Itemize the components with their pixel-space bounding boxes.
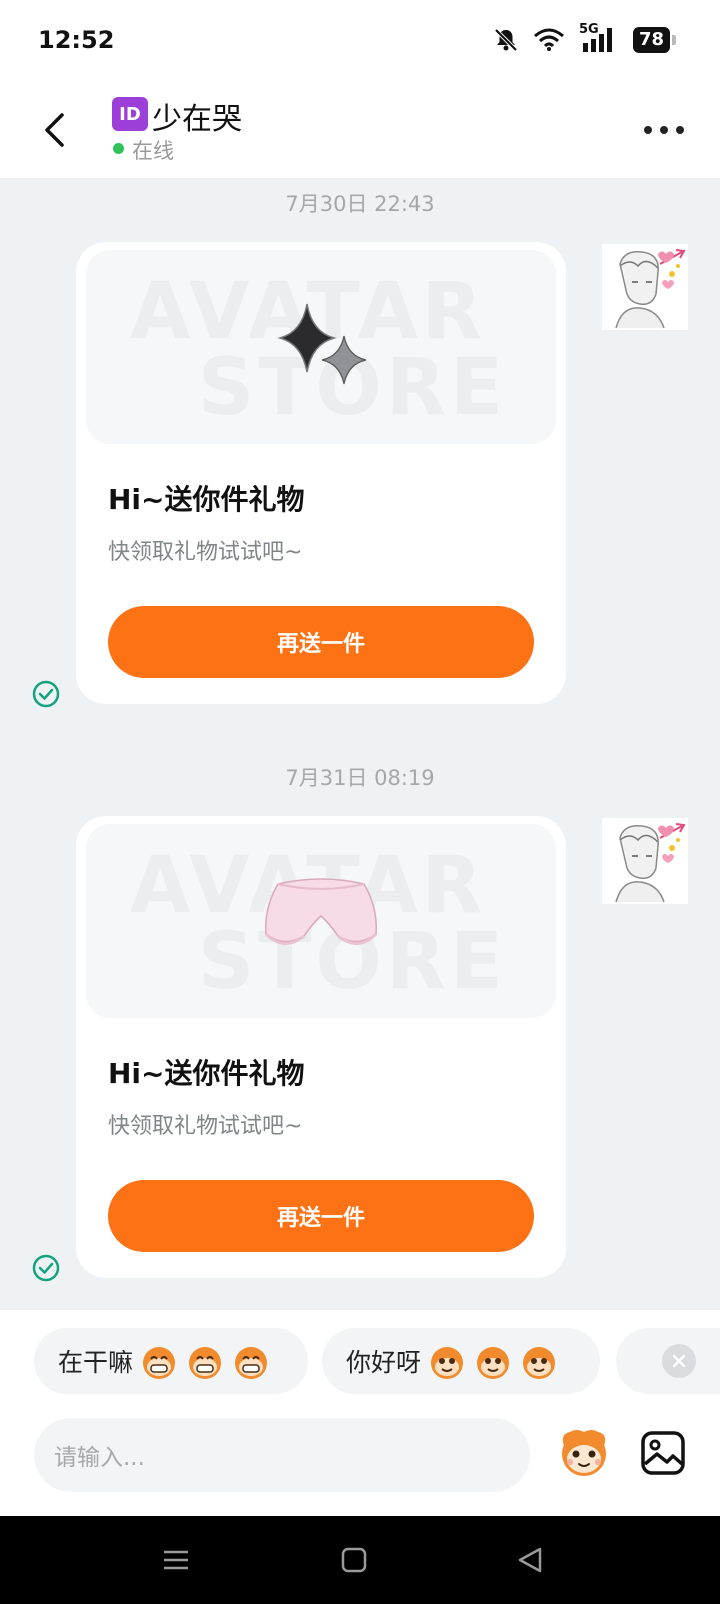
system-nav-bar [0,1516,720,1604]
more-dot-icon [660,126,668,134]
close-icon [672,1354,686,1368]
gift-card[interactable]: AVATAR STORE Hi~送你件礼物 快领取礼物试试吧~ 再送一件 [76,242,566,704]
chevron-left-icon [45,113,64,147]
resend-gift-button[interactable]: 再送一件 [108,606,534,678]
quick-reply-chip[interactable]: 你好呀 [322,1328,600,1394]
gift-preview: AVATAR STORE [86,824,556,1018]
quick-reply-text: 你好呀 [346,1348,422,1377]
id-badge-icon: ID [112,97,148,131]
message-input[interactable]: 请输入... [34,1418,530,1492]
mute-bell-icon [494,28,518,52]
presence-status: 在线 [132,139,174,163]
more-options-button[interactable] [644,118,684,142]
menu-icon[interactable] [160,1544,192,1576]
user-avatar[interactable] [602,244,688,330]
quick-reply-text: 在干嘛 [58,1348,134,1377]
smiling-monkey-emoji-icon [477,1347,510,1379]
home-icon[interactable] [338,1544,370,1576]
message-timestamp: 7月31日 08:19 [285,766,435,790]
pink-shorts-icon [264,878,378,945]
laughing-monkey-emoji-icon [143,1347,176,1379]
read-check-icon [32,1254,60,1282]
smiling-monkey-emoji-icon [523,1347,556,1379]
back-button[interactable] [36,108,72,152]
gift-subtitle: 快领取礼物试试吧~ [108,540,303,565]
online-status-dot [113,143,124,154]
contact-name[interactable]: 少在哭 [152,94,242,138]
read-check-icon [32,680,60,708]
gift-preview: AVATAR STORE [86,250,556,444]
resend-gift-button[interactable]: 再送一件 [108,1180,534,1252]
gift-title: Hi~送你件礼物 [108,483,305,516]
laughing-monkey-emoji-icon [235,1347,268,1379]
close-quick-replies-button[interactable] [662,1344,696,1378]
image-picker-icon[interactable] [640,1430,686,1476]
more-dot-icon [676,126,684,134]
status-icons: 5G 78 [493,22,677,54]
status-time: 12:52 [38,26,115,54]
gift-card[interactable]: AVATAR STORE Hi~送你件礼物 快领取礼物试试吧~ 再送一件 [76,816,566,1278]
quick-reply-chip[interactable]: 在干嘛 [34,1328,308,1394]
battery-indicator: 78 [632,27,677,53]
smiling-monkey-emoji-icon [431,1347,464,1379]
sparkle-icon [277,303,367,385]
wifi-icon [533,28,564,51]
gift-subtitle: 快领取礼物试试吧~ [108,1114,303,1139]
status-bar: 12:52 5G 78 [0,0,720,80]
user-avatar[interactable] [602,818,688,904]
input-placeholder: 请输入... [54,1445,145,1471]
chat-header: ID 少在哭 在线 [0,80,720,178]
message-timestamp: 7月30日 22:43 [285,192,435,216]
more-dot-icon [644,126,652,134]
gift-title: Hi~送你件礼物 [108,1057,305,1090]
signal-icon: 5G [579,22,619,54]
back-triangle-icon[interactable] [514,1544,546,1576]
monkey-emoji-button-icon[interactable] [556,1424,612,1480]
laughing-monkey-emoji-icon [189,1347,222,1379]
bottom-panel: 在干嘛 你好呀 请输入... [0,1310,720,1516]
chat-area: 7月30日 22:43 AVATAR STORE Hi~送你件礼物 快领取礼物试… [0,178,720,1310]
